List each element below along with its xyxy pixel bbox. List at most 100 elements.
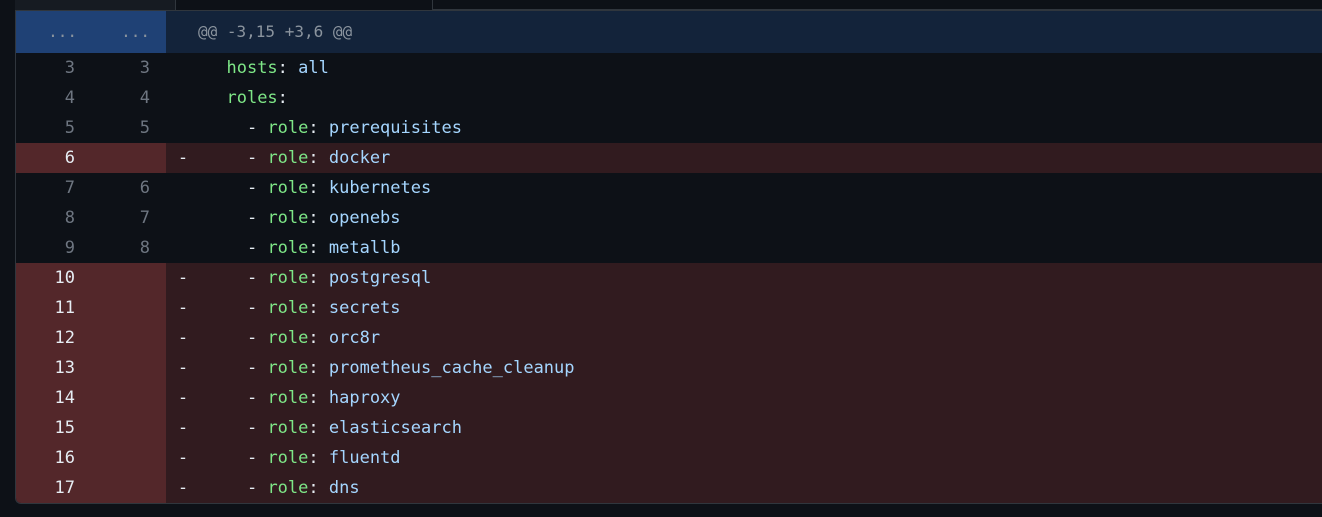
- diff-line-context: 98 - role: metallb: [16, 233, 1322, 263]
- code-content: - role: prometheus_cache_cleanup: [196, 353, 1322, 383]
- diff-marker: -: [166, 413, 196, 443]
- yaml-value: prometheus_cache_cleanup: [318, 358, 575, 378]
- yaml-separator: :: [277, 88, 288, 108]
- old-line-number[interactable]: 3: [16, 53, 91, 83]
- diff-line-removed: 10 - - role: postgresql: [16, 263, 1322, 293]
- old-line-number[interactable]: 7: [16, 173, 91, 203]
- yaml-value: secrets: [318, 298, 401, 318]
- diff-marker: [166, 233, 196, 263]
- new-line-number[interactable]: [91, 443, 166, 473]
- new-line-number[interactable]: 5: [91, 113, 166, 143]
- list-dash: -: [246, 178, 268, 198]
- new-line-number[interactable]: [91, 473, 166, 503]
- yaml-separator: :: [308, 178, 319, 198]
- code-content: - role: metallb: [196, 233, 1322, 263]
- new-line-number[interactable]: 8: [91, 233, 166, 263]
- yaml-key: role: [267, 118, 309, 138]
- old-line-number[interactable]: 16: [16, 443, 91, 473]
- new-line-number[interactable]: [91, 143, 166, 173]
- old-line-number[interactable]: 15: [16, 413, 91, 443]
- diff-view: ... ... @@ -3,15 +3,6 @@ 33 hosts: all 4 4…: [15, 10, 1322, 504]
- diff-line-context: 87 - role: openebs: [16, 203, 1322, 233]
- diff-marker: [166, 203, 196, 233]
- yaml-key: role: [267, 238, 309, 258]
- yaml-value: haproxy: [318, 388, 401, 408]
- yaml-separator: :: [308, 478, 319, 498]
- tab-current[interactable]: [176, 0, 433, 10]
- old-line-number[interactable]: 13: [16, 353, 91, 383]
- list-dash: -: [246, 148, 268, 168]
- yaml-key: roles: [226, 88, 278, 108]
- list-dash: -: [246, 418, 268, 438]
- new-line-number[interactable]: [91, 413, 166, 443]
- diff-marker: -: [166, 263, 196, 293]
- old-line-number[interactable]: 4: [16, 83, 91, 113]
- yaml-key: role: [267, 328, 309, 348]
- diff-line-removed: 6 - - role: docker: [16, 143, 1322, 173]
- diff-line-removed: 11 - - role: secrets: [16, 293, 1322, 323]
- list-dash: -: [246, 238, 268, 258]
- code-content: - role: secrets: [196, 293, 1322, 323]
- old-line-number[interactable]: 8: [16, 203, 91, 233]
- old-line-number[interactable]: 6: [16, 143, 91, 173]
- list-dash: -: [246, 448, 268, 468]
- list-dash: -: [246, 478, 268, 498]
- diff-lines: 33 hosts: all 4 4 roles: 5 5 - role: prerequ…: [16, 53, 1322, 503]
- list-dash: -: [246, 118, 268, 138]
- diff-marker: -: [166, 443, 196, 473]
- old-line-number[interactable]: 9: [16, 233, 91, 263]
- new-line-number[interactable]: 6: [91, 173, 166, 203]
- old-line-number[interactable]: 12: [16, 323, 91, 353]
- new-line-number[interactable]: [91, 353, 166, 383]
- code-content: - role: haproxy: [196, 383, 1322, 413]
- new-line-number[interactable]: [91, 323, 166, 353]
- old-line-number[interactable]: 5: [16, 113, 91, 143]
- yaml-separator: :: [308, 448, 319, 468]
- old-line-number[interactable]: 14: [16, 383, 91, 413]
- new-line-number[interactable]: 4: [91, 83, 166, 113]
- diff-line-context: 33 hosts: all: [16, 53, 1322, 83]
- yaml-value: docker: [318, 148, 391, 168]
- old-line-number[interactable]: 17: [16, 473, 91, 503]
- hunk-expand-old[interactable]: ...: [16, 11, 91, 53]
- old-line-number[interactable]: 11: [16, 293, 91, 323]
- yaml-key: role: [267, 178, 309, 198]
- yaml-separator: :: [308, 268, 319, 288]
- old-line-number[interactable]: 10: [16, 263, 91, 293]
- file-tabs: [15, 0, 1322, 10]
- diff-line-removed: 14 - - role: haproxy: [16, 383, 1322, 413]
- diff-marker: [166, 113, 196, 143]
- new-line-number[interactable]: 3: [91, 53, 166, 83]
- code-content: - role: prerequisites: [196, 113, 1322, 143]
- hunk-expand-new[interactable]: ...: [91, 11, 166, 53]
- yaml-separator: :: [308, 358, 319, 378]
- list-dash: -: [246, 388, 268, 408]
- yaml-separator: :: [277, 58, 288, 78]
- yaml-value: kubernetes: [318, 178, 432, 198]
- tab-previous[interactable]: [15, 0, 176, 10]
- new-line-number[interactable]: 7: [91, 203, 166, 233]
- diff-line-context: 55 - role: prerequisites: [16, 113, 1322, 143]
- yaml-separator: :: [308, 238, 319, 258]
- new-line-number[interactable]: [91, 293, 166, 323]
- yaml-value: metallb: [318, 238, 401, 258]
- new-line-number[interactable]: [91, 263, 166, 293]
- list-dash: -: [246, 328, 268, 348]
- diff-marker: [166, 83, 196, 113]
- code-content: - role: fluentd: [196, 443, 1322, 473]
- list-dash: -: [246, 298, 268, 318]
- diff-line-removed: 16 - - role: fluentd: [16, 443, 1322, 473]
- yaml-key: role: [267, 298, 309, 318]
- yaml-value: all: [287, 58, 329, 78]
- yaml-key: role: [267, 148, 309, 168]
- new-line-number[interactable]: [91, 383, 166, 413]
